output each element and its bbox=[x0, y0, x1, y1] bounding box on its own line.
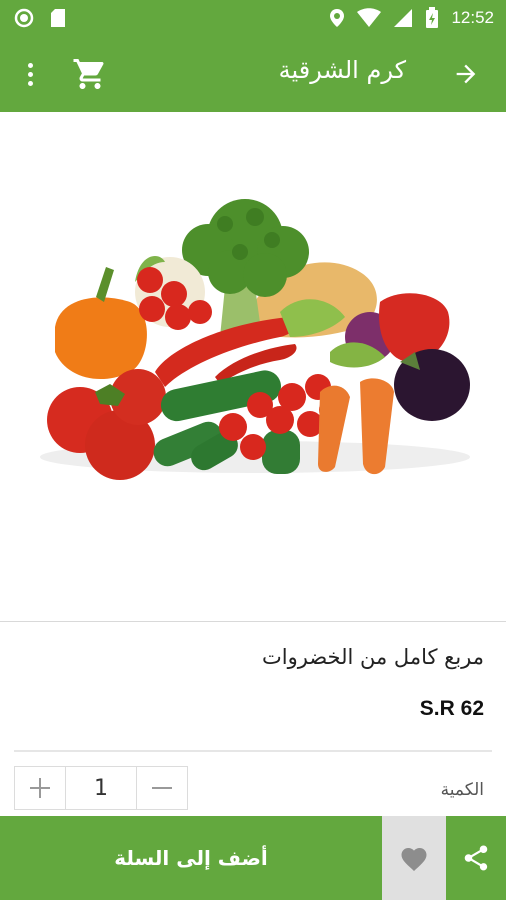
product-name: مربع كامل من الخضروات bbox=[262, 645, 484, 669]
arrow-forward-icon[interactable] bbox=[452, 60, 480, 88]
quantity-stepper: 1 bbox=[14, 766, 188, 810]
quantity-value[interactable]: 1 bbox=[65, 767, 137, 809]
signal-icon bbox=[394, 9, 413, 27]
app-bar: كرم الشرقية bbox=[0, 36, 506, 112]
product-price: S.R 62 bbox=[419, 697, 484, 720]
decrease-button[interactable] bbox=[137, 767, 187, 809]
cart-icon[interactable] bbox=[72, 56, 108, 92]
status-right: 12:52 bbox=[329, 7, 494, 29]
heart-icon bbox=[401, 848, 427, 871]
product-image bbox=[0, 112, 506, 622]
vegetables-image bbox=[40, 199, 470, 480]
favorite-button[interactable] bbox=[382, 816, 446, 900]
more-vertical-icon[interactable] bbox=[18, 56, 42, 92]
bottom-action-bar: أضف إلى السلة bbox=[0, 816, 506, 900]
circle-icon bbox=[14, 8, 34, 28]
share-button[interactable] bbox=[446, 816, 506, 900]
minus-icon bbox=[152, 787, 172, 789]
image-divider bbox=[0, 621, 506, 622]
add-to-cart-button[interactable]: أضف إلى السلة bbox=[0, 816, 382, 900]
sd-card-icon bbox=[51, 9, 65, 27]
status-bar: 12:52 bbox=[0, 0, 506, 36]
status-time: 12:52 bbox=[451, 8, 494, 27]
wifi-icon bbox=[357, 8, 382, 27]
increase-button[interactable] bbox=[15, 767, 65, 809]
battery-charging-icon bbox=[426, 7, 439, 28]
status-left bbox=[14, 8, 66, 28]
quantity-label: الكمية bbox=[440, 780, 484, 800]
share-icon bbox=[464, 845, 488, 871]
location-icon bbox=[330, 9, 345, 27]
page-title: كرم الشرقية bbox=[278, 56, 406, 84]
plus-icon bbox=[30, 778, 50, 798]
info-divider bbox=[14, 750, 492, 752]
